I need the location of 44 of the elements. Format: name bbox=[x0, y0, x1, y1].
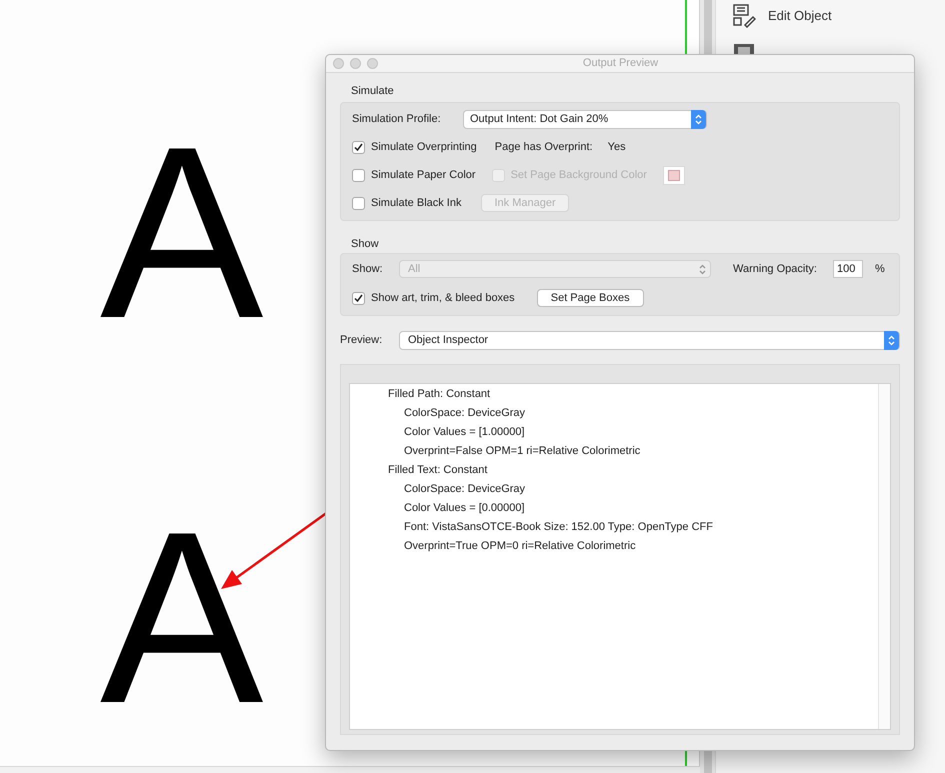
inspector-detail: Color Values = [1.00000] bbox=[403, 425, 526, 440]
checkbox-label: Show art, trim, & bleed boxes bbox=[371, 290, 515, 306]
field-label: Page has Overprint: bbox=[494, 140, 593, 155]
color-swatch[interactable] bbox=[662, 166, 685, 184]
checkbox[interactable] bbox=[352, 292, 365, 304]
field-label: Preview: bbox=[340, 333, 384, 348]
preview-dropdown[interactable]: Object Inspector bbox=[399, 331, 900, 350]
field-label: Warning Opacity: bbox=[733, 262, 817, 277]
inspector-detail: Font: VistaSansOTCE-Book Size: 152.00 Type: OpenType CFF bbox=[403, 520, 714, 535]
dropdown-arrows-icon bbox=[884, 331, 899, 350]
profile-dropdown[interactable]: Output Intent: Dot Gain 20% bbox=[463, 110, 707, 128]
checkmark-icon bbox=[354, 142, 363, 152]
checkbox[interactable] bbox=[352, 140, 365, 154]
section-heading: Simulate bbox=[350, 84, 395, 99]
window-control[interactable] bbox=[367, 58, 378, 69]
window-title: Output Preview bbox=[582, 56, 660, 72]
opacity-field[interactable]: 100 bbox=[832, 260, 863, 278]
dropdown-arrows-icon bbox=[691, 110, 706, 128]
field-label: Simulation Profile: bbox=[352, 112, 442, 127]
inspector-detail: ColorSpace: DeviceGray bbox=[403, 406, 526, 421]
tool-label[interactable]: Edit Object bbox=[768, 6, 832, 26]
inspector-entry: Filled Text: Constant bbox=[388, 463, 488, 478]
letter-glyph: A bbox=[100, 495, 264, 740]
field-label: Show: bbox=[352, 262, 384, 277]
checkmark-icon bbox=[354, 294, 363, 302]
section-heading: Show bbox=[350, 236, 380, 252]
edit-object-icon[interactable] bbox=[732, 4, 756, 28]
window-control[interactable] bbox=[333, 58, 344, 69]
checkbox-label: Simulate Paper Color bbox=[371, 168, 476, 183]
checkbox-label: Simulate Overprinting bbox=[371, 140, 477, 155]
set-page-boxes-button[interactable]: Set Page Boxes bbox=[536, 289, 644, 307]
checkbox-label: Simulate Black Ink bbox=[371, 196, 462, 211]
checkbox[interactable] bbox=[352, 196, 365, 210]
inspector-detail: Color Values = [0.00000] bbox=[403, 501, 526, 516]
unit-label: % bbox=[874, 262, 885, 277]
inspector-detail: Overprint=False OPM=1 ri=Relative Colorimetric bbox=[403, 444, 642, 459]
checkbox[interactable] bbox=[352, 168, 365, 182]
window-control[interactable] bbox=[350, 58, 361, 69]
letter-glyph: A bbox=[100, 110, 264, 355]
field-value: Yes bbox=[608, 140, 626, 155]
inspector-entry: Filled Path: Constant bbox=[388, 387, 492, 402]
inspector-detail: ColorSpace: DeviceGray bbox=[403, 482, 526, 497]
inspector-detail: Overprint=True OPM=0 ri=Relative Colorimetric bbox=[403, 539, 637, 554]
dropdown-arrows-icon bbox=[699, 264, 706, 274]
